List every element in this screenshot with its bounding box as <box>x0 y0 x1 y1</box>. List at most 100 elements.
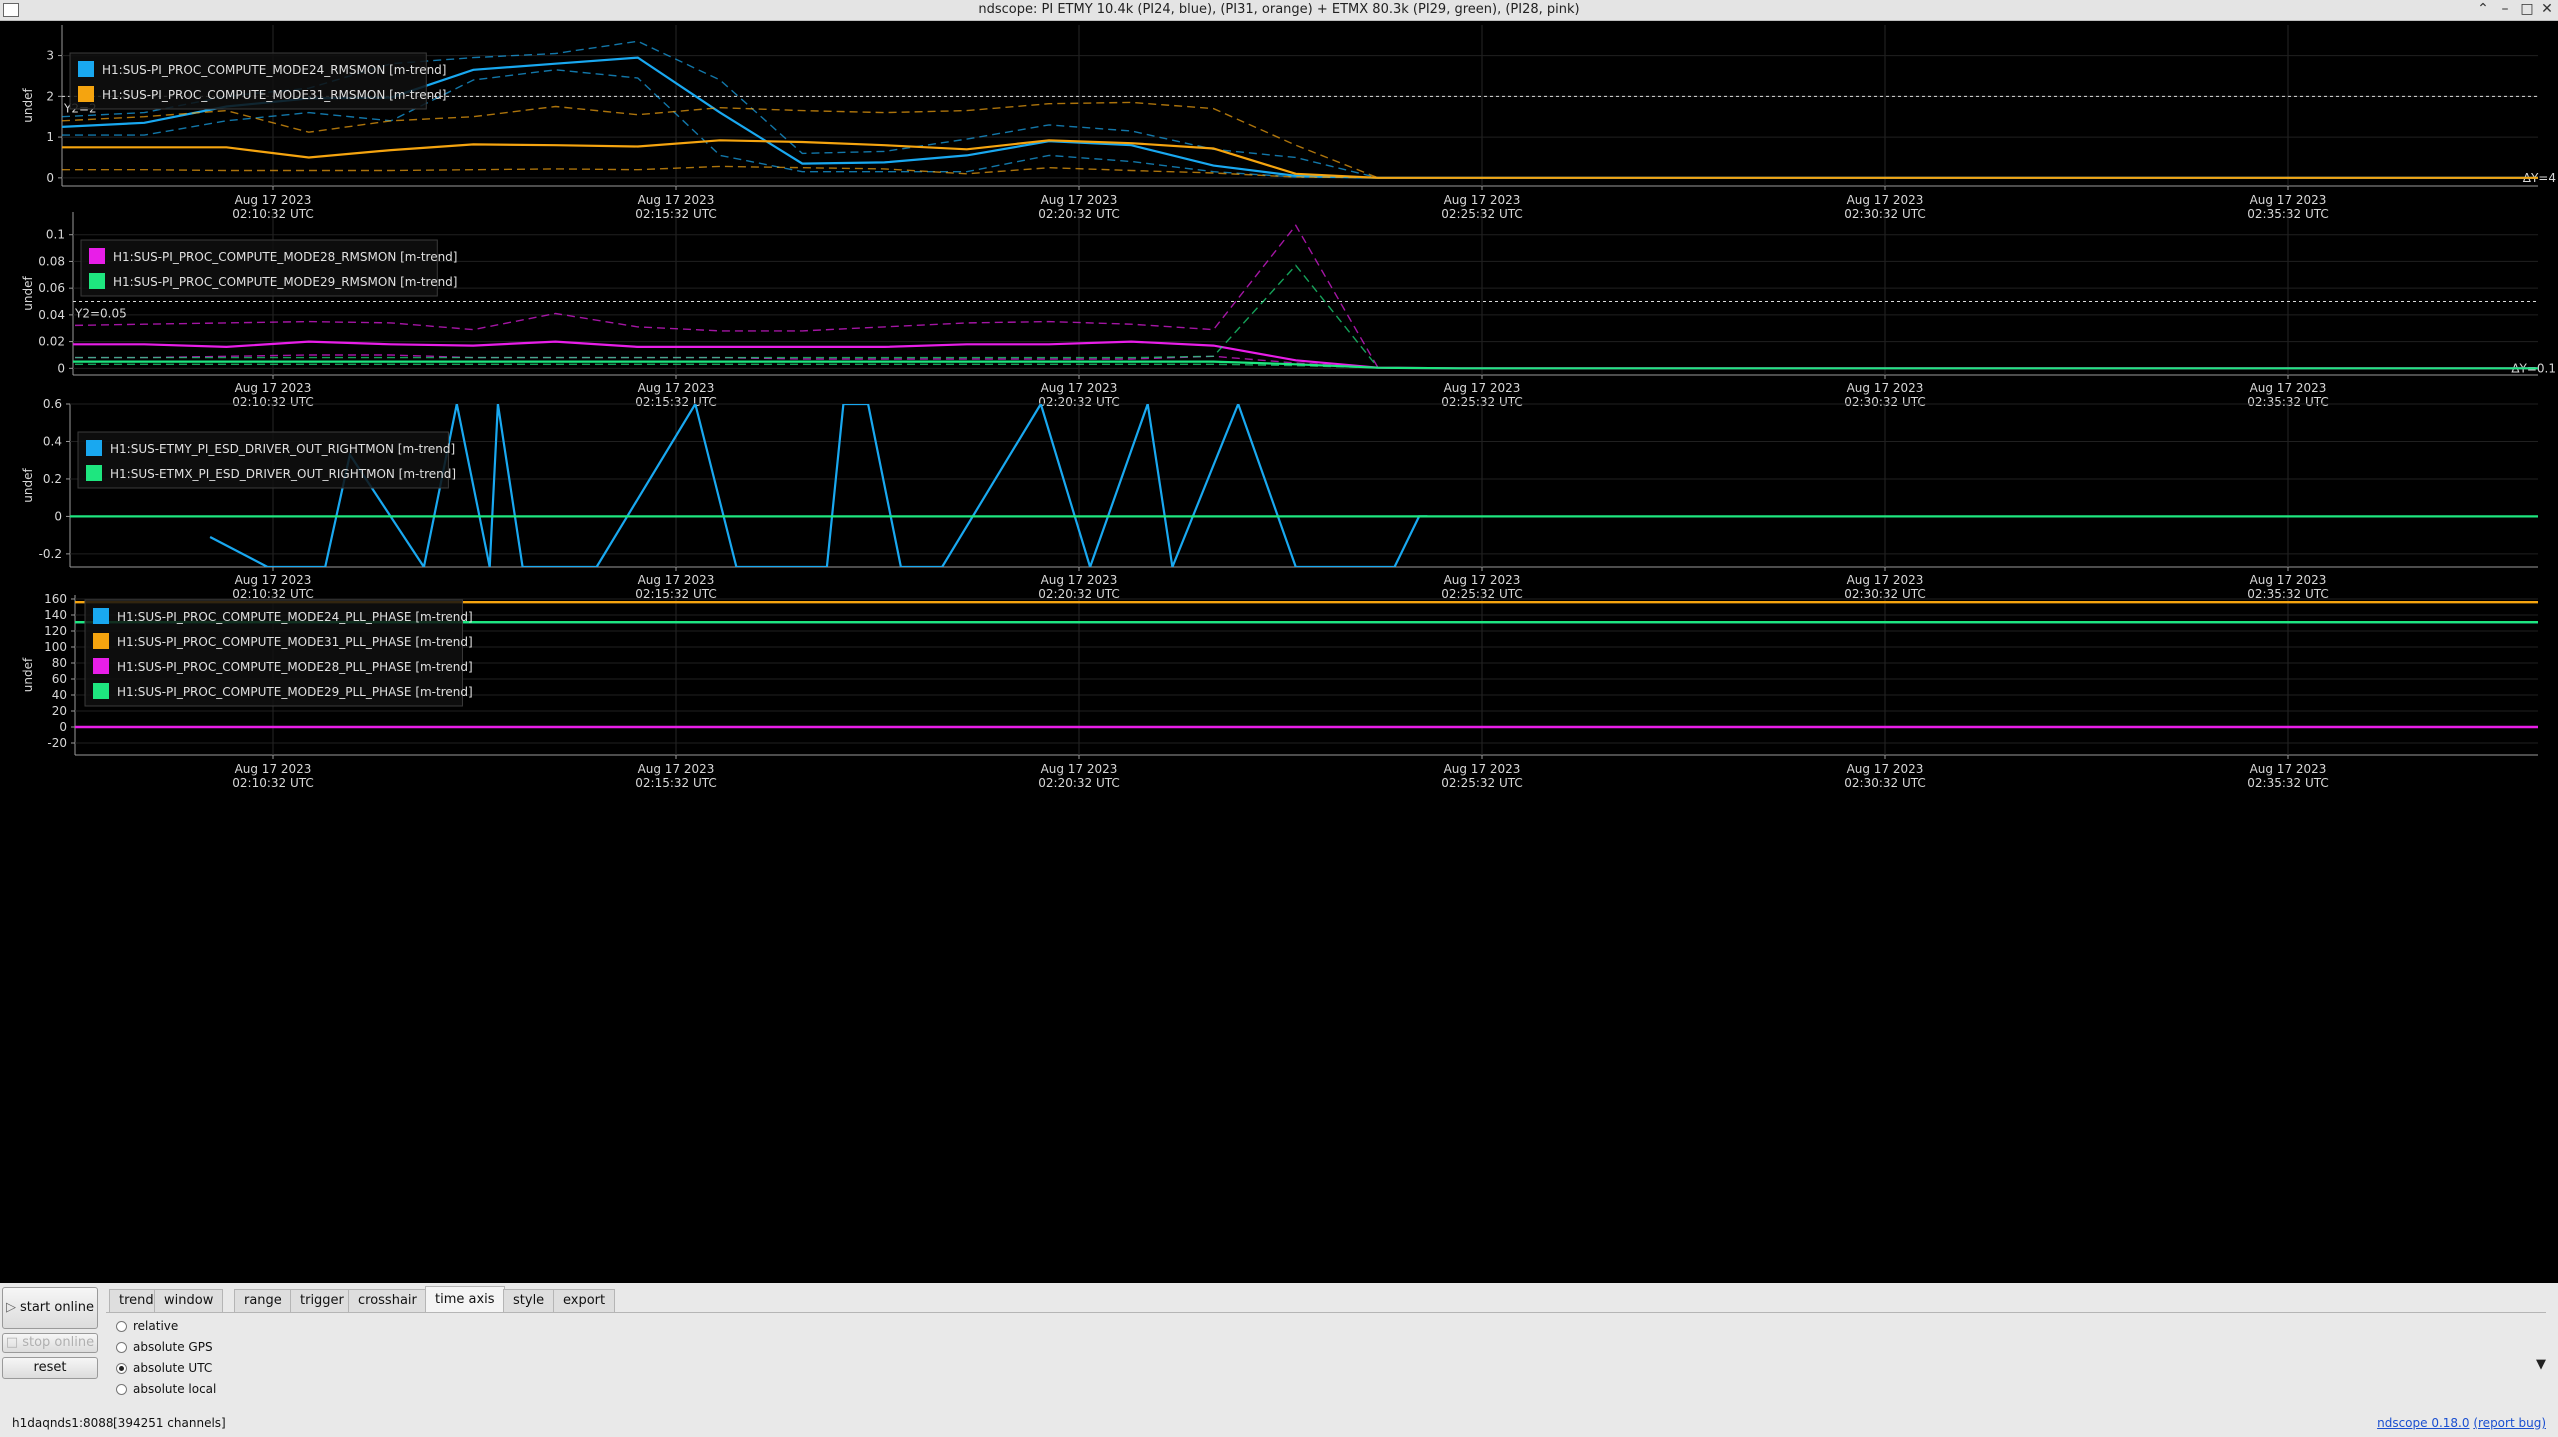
radio-label: absolute GPS <box>133 1340 213 1354</box>
x-tick-label: Aug 17 2023 <box>638 762 715 776</box>
x-tick-label: 02:10:32 UTC <box>232 776 314 790</box>
start-online-label: start online <box>19 1300 95 1315</box>
y-tick-label: 160 <box>44 592 67 606</box>
tab-style[interactable]: style <box>503 1289 555 1312</box>
radio-dot-icon[interactable] <box>116 1342 127 1353</box>
x-tick-label: Aug 17 2023 <box>2250 762 2327 776</box>
y-axis-label: undef <box>21 88 35 123</box>
legend-label: H1:SUS-PI_PROC_COMPUTE_MODE29_PLL_PHASE … <box>117 685 473 699</box>
y-axis-label: undef <box>21 468 35 503</box>
radio-dot-icon[interactable] <box>116 1321 127 1332</box>
legend-swatch <box>93 683 109 699</box>
x-tick-label: Aug 17 2023 <box>1444 193 1521 207</box>
legend-label: H1:SUS-PI_PROC_COMPUTE_MODE28_PLL_PHASE … <box>117 660 473 674</box>
y-tick-label: 0.2 <box>43 472 62 486</box>
legend-label: H1:SUS-ETMY_PI_ESD_DRIVER_OUT_RIGHTMON [… <box>110 442 455 456</box>
x-tick-label: Aug 17 2023 <box>1847 381 1924 395</box>
maximize-icon[interactable]: □ <box>2518 1 2536 17</box>
legend-swatch <box>93 633 109 649</box>
chevron-down-icon[interactable]: ▼ <box>2536 1357 2546 1372</box>
legend-swatch <box>78 61 94 77</box>
y-tick-label: 140 <box>44 608 67 622</box>
tab-range[interactable]: range <box>234 1289 292 1312</box>
y2-label: Y2=0.05 <box>74 307 127 321</box>
control-panel: ▷ start online □ stop online reset trend wi… <box>0 1283 2558 1413</box>
legend-swatch <box>78 86 94 102</box>
y-tick-label: 40 <box>52 688 67 702</box>
reset-button[interactable]: reset <box>2 1357 98 1379</box>
x-tick-label: Aug 17 2023 <box>1444 381 1521 395</box>
y-tick-label: 0.6 <box>43 397 62 411</box>
start-online-button[interactable]: ▷ start online <box>2 1287 98 1329</box>
series-line <box>62 101 2538 179</box>
version-link[interactable]: ndscope 0.18.0 <box>2377 1416 2469 1430</box>
radio-relative[interactable]: relative <box>116 1317 178 1335</box>
radio-dot-icon[interactable] <box>116 1363 127 1374</box>
y-tick-label: 0 <box>59 720 67 734</box>
y-tick-label: 0 <box>54 509 62 523</box>
radio-label: absolute local <box>133 1382 217 1396</box>
stop-icon: □ <box>5 1335 19 1350</box>
series-line <box>62 139 2538 179</box>
legend-swatch <box>89 273 105 289</box>
radio-absolute-local[interactable]: absolute local <box>116 1380 216 1398</box>
legend-swatch <box>86 440 102 456</box>
x-tick-label: 02:20:32 UTC <box>1038 776 1120 790</box>
x-tick-label: 02:30:32 UTC <box>1844 776 1926 790</box>
y-tick-label: 0 <box>46 171 54 185</box>
legend-swatch <box>93 658 109 674</box>
series-line <box>62 69 2538 179</box>
x-tick-label: Aug 17 2023 <box>235 573 312 587</box>
y-axis-label: undef <box>21 657 35 692</box>
close-icon[interactable]: ✕ <box>2538 1 2556 17</box>
x-tick-label: Aug 17 2023 <box>1041 573 1118 587</box>
radio-absolute-GPS[interactable]: absolute GPS <box>116 1338 213 1356</box>
radio-label: absolute UTC <box>133 1361 213 1375</box>
legend-label: H1:SUS-PI_PROC_COMPUTE_MODE29_RMSMON [m-… <box>113 275 457 289</box>
status-bar: h1daqnds1:8088 [394251 channels] ndscope… <box>0 1413 2558 1437</box>
channel-count: [394251 channels] <box>113 1416 226 1430</box>
tab-time-axis[interactable]: time axis <box>425 1286 505 1313</box>
x-tick-label: Aug 17 2023 <box>1444 573 1521 587</box>
y-tick-label: 1 <box>46 130 54 144</box>
y-tick-label: 20 <box>52 704 67 718</box>
x-tick-label: Aug 17 2023 <box>638 381 715 395</box>
x-tick-label: Aug 17 2023 <box>638 573 715 587</box>
x-tick-label: Aug 17 2023 <box>1041 381 1118 395</box>
x-tick-label: Aug 17 2023 <box>1041 193 1118 207</box>
plots-svg[interactable]: Aug 17 202302:10:32 UTCAug 17 202302:15:… <box>0 21 2558 1283</box>
y-axis-label: undef <box>21 276 35 311</box>
tab-trigger[interactable]: trigger <box>290 1289 354 1312</box>
stop-online-button[interactable]: □ stop online <box>2 1333 98 1353</box>
title-bar: ndscope: PI ETMY 10.4k (PI24, blue), (PI… <box>0 0 2558 21</box>
y-tick-label: 0.02 <box>38 335 65 349</box>
legend-swatch <box>93 608 109 624</box>
y-tick-label: 60 <box>52 672 67 686</box>
y-tick-label: 2 <box>46 89 54 103</box>
tab-crosshair[interactable]: crosshair <box>348 1289 427 1312</box>
keep-above-icon[interactable]: ⌃ <box>2474 1 2492 17</box>
legend-label: H1:SUS-PI_PROC_COMPUTE_MODE28_RMSMON [m-… <box>113 250 457 264</box>
x-tick-label: Aug 17 2023 <box>2250 193 2327 207</box>
tab-export[interactable]: export <box>553 1289 616 1312</box>
radio-dot-icon[interactable] <box>116 1384 127 1395</box>
report-bug-link[interactable]: (report bug) <box>2473 1416 2546 1430</box>
legend-label: H1:SUS-ETMX_PI_ESD_DRIVER_OUT_RIGHTMON [… <box>110 467 456 481</box>
y-tick-label: -0.2 <box>39 547 62 561</box>
y-tick-label: 0.04 <box>38 308 65 322</box>
x-tick-label: Aug 17 2023 <box>235 193 312 207</box>
radio-absolute-UTC[interactable]: absolute UTC <box>116 1359 212 1377</box>
tab-window[interactable]: window <box>154 1289 224 1312</box>
minimize-icon[interactable]: – <box>2496 1 2514 17</box>
x-tick-label: Aug 17 2023 <box>2250 381 2327 395</box>
x-tick-label: Aug 17 2023 <box>235 381 312 395</box>
y-tick-label: 0.06 <box>38 281 65 295</box>
legend-label: H1:SUS-PI_PROC_COMPUTE_MODE24_PLL_PHASE … <box>117 610 473 624</box>
plot-area[interactable]: Aug 17 2023 02:10:32 UTC Aug 17 2023 02:15:… <box>0 21 2558 1283</box>
y-tick-label: 100 <box>44 640 67 654</box>
version-info: ndscope 0.18.0 (report bug) <box>2377 1416 2546 1430</box>
y-tick-label: 120 <box>44 624 67 638</box>
x-tick-label: Aug 17 2023 <box>1847 193 1924 207</box>
legend-swatch <box>89 248 105 264</box>
legend-swatch <box>86 465 102 481</box>
